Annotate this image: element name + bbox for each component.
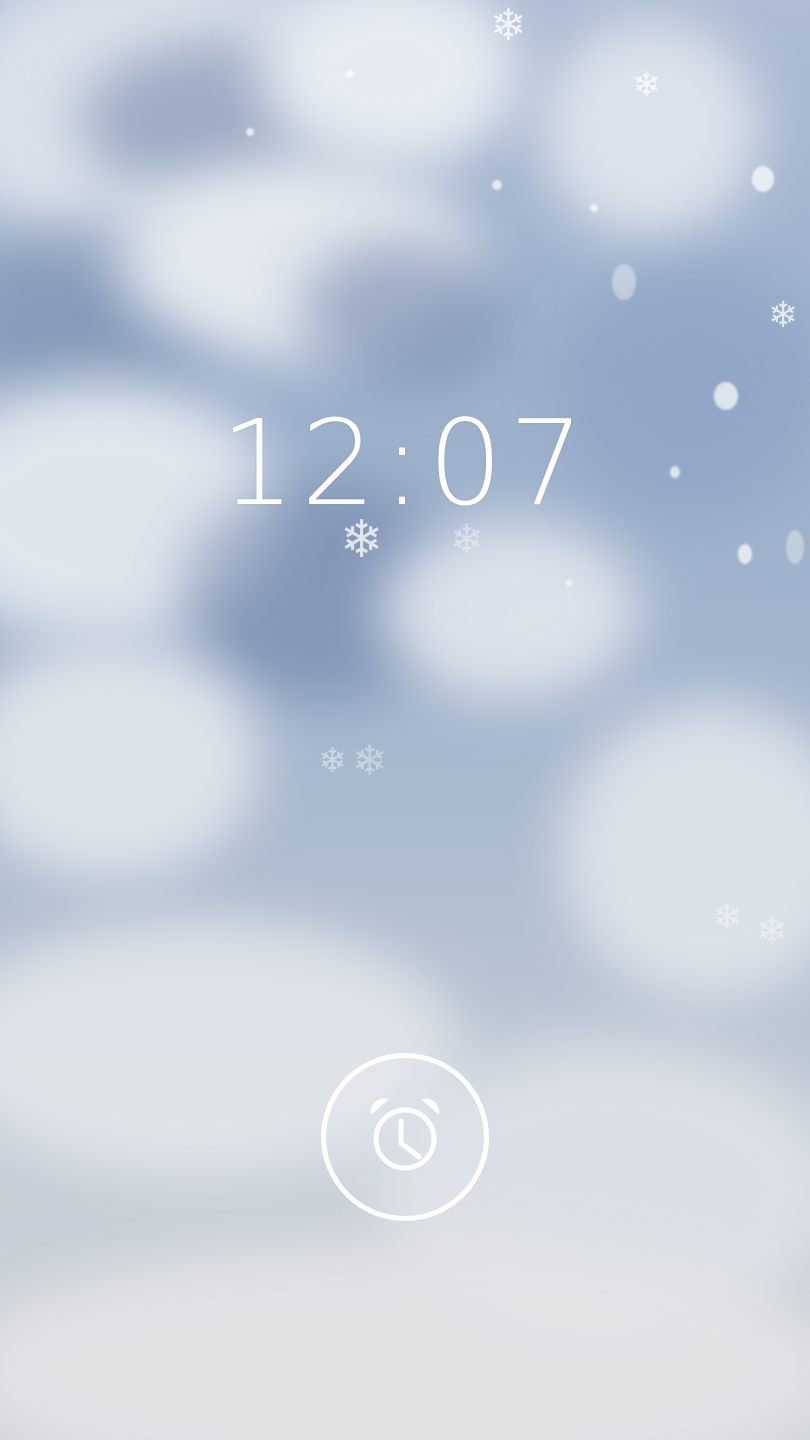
snowflake-icon: ❄ bbox=[632, 65, 661, 105]
snowflake-icon: ❄ bbox=[318, 741, 347, 781]
snowflake-icon: ❄ bbox=[352, 736, 388, 785]
lockscreen-clock: 12:07 bbox=[219, 394, 591, 532]
alarm-button[interactable] bbox=[321, 1053, 489, 1221]
snowflake-icon: ❄ bbox=[712, 897, 743, 938]
wallpaper: ❄ ❄ ❄ ❄ ❄ ❄ ❄ ❄ ❄ bbox=[0, 0, 810, 1440]
snowflake-icon: ❄ bbox=[756, 909, 788, 953]
alarm-clock-icon bbox=[370, 1098, 440, 1171]
snowflake-icon: ❄ bbox=[768, 295, 799, 336]
snowflake-icon: ❄ bbox=[490, 0, 527, 51]
